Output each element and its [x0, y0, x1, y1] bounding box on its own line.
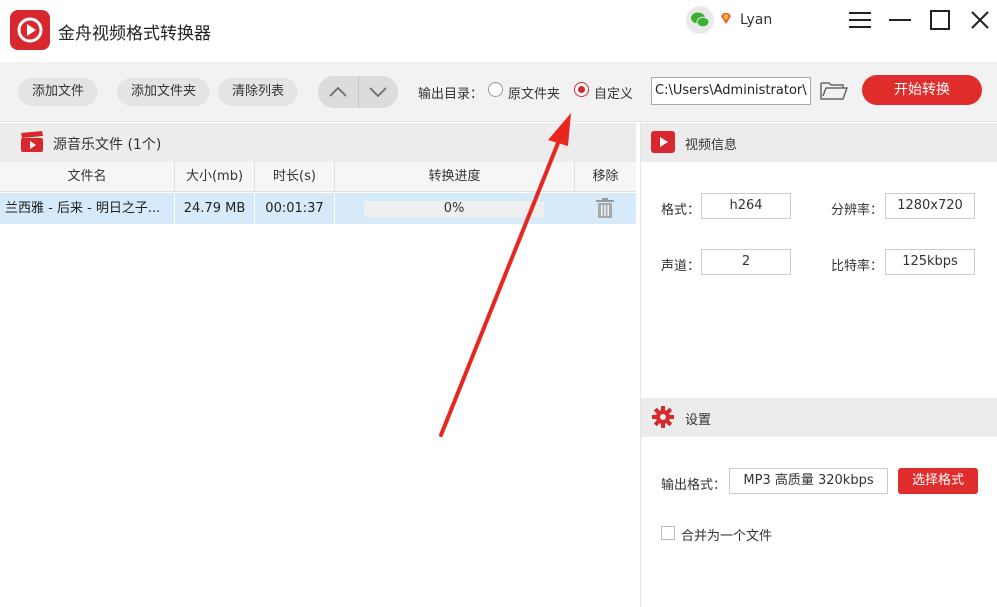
bitrate-value: 125kbps — [885, 249, 975, 275]
vip-diamond-icon — [719, 12, 733, 30]
file-list-panel: 源音乐文件 (1个) 文件名 大小(mb) 时长(s) 转换进度 移除 兰西雅 … — [0, 123, 636, 607]
radio-original-folder[interactable] — [488, 82, 503, 97]
table-row[interactable]: 兰西雅 - 后来 - 明日之子... 24.79 MB 00:01:37 0% — [0, 193, 636, 224]
output-format-label: 输出格式： — [661, 478, 727, 493]
format-label: 格式： — [661, 203, 701, 218]
wechat-icon[interactable] — [686, 6, 714, 34]
video-info-title: 视频信息 — [685, 138, 738, 153]
app-title: 金舟视频格式转换器 — [58, 24, 211, 44]
settings-title: 设置 — [685, 413, 712, 428]
video-info-header: 视频信息 — [641, 123, 997, 162]
file-size-cell: 24.79 MB — [175, 193, 255, 224]
close-icon[interactable] — [968, 8, 992, 32]
output-dir-label: 输出目录： — [418, 87, 484, 102]
merge-checkbox[interactable] — [661, 526, 675, 540]
maximize-icon[interactable] — [928, 8, 952, 32]
film-clapper-icon — [21, 131, 43, 152]
start-convert-button[interactable]: 开始转换 — [862, 75, 982, 105]
video-play-icon — [651, 131, 675, 153]
col-duration: 时长(s) — [255, 162, 335, 192]
table-header: 文件名 大小(mb) 时长(s) 转换进度 移除 — [0, 162, 636, 192]
info-panel: 视频信息 格式： h264 分辨率： 1280x720 声道： 2 比特率： 1… — [640, 123, 997, 607]
play-logo-icon — [17, 17, 43, 43]
output-path-input[interactable]: C:\Users\Administrator\ — [651, 77, 811, 105]
channel-value: 2 — [701, 249, 791, 275]
col-remove: 移除 — [592, 169, 619, 184]
output-format-value: MP3 高质量 320kbps — [729, 468, 888, 494]
title-bar: 金舟视频格式转换器 Lyan — [0, 0, 997, 62]
add-file-button[interactable]: 添加文件 — [18, 78, 99, 106]
resolution-label: 分辨率： — [831, 203, 884, 218]
col-progress: 转换进度 — [335, 162, 575, 192]
file-list-header: 源音乐文件 (1个) — [0, 123, 636, 162]
toolbar: 添加文件 添加文件夹 清除列表 输出目录： 原文件夹 自定义 C:\Users\… — [0, 62, 997, 122]
add-folder-button[interactable]: 添加文件夹 — [117, 78, 211, 106]
col-filename: 文件名 — [0, 162, 175, 192]
trash-icon[interactable] — [596, 198, 614, 222]
menu-icon[interactable] — [848, 8, 872, 32]
app-logo — [10, 10, 50, 50]
bitrate-label: 比特率： — [831, 259, 884, 274]
minimize-icon[interactable] — [888, 8, 912, 32]
gear-icon — [652, 406, 674, 428]
resolution-value: 1280x720 — [885, 193, 975, 219]
merge-label[interactable]: 合并为一个文件 — [681, 525, 772, 544]
move-down-icon[interactable] — [357, 76, 399, 108]
file-duration-cell: 00:01:37 — [255, 193, 335, 224]
file-name-cell: 兰西雅 - 后来 - 明日之子... — [0, 193, 175, 224]
channel-label: 声道： — [661, 259, 701, 274]
progress-text: 0% — [443, 201, 465, 216]
radio-original-label[interactable]: 原文件夹 — [508, 83, 560, 102]
move-up-icon[interactable] — [318, 76, 358, 108]
clear-list-button[interactable]: 清除列表 — [218, 78, 299, 106]
col-size: 大小(mb) — [175, 162, 255, 192]
select-format-button[interactable]: 选择格式 — [898, 468, 978, 494]
file-list-title: 源音乐文件 (1个) — [53, 137, 162, 153]
radio-custom-label[interactable]: 自定义 — [594, 83, 633, 102]
reorder-buttons — [318, 76, 398, 108]
username[interactable]: Lyan — [740, 12, 772, 28]
radio-custom-folder[interactable] — [574, 82, 589, 97]
format-value: h264 — [701, 193, 791, 219]
settings-header: 设置 — [641, 398, 997, 437]
open-folder-icon[interactable] — [819, 79, 849, 105]
